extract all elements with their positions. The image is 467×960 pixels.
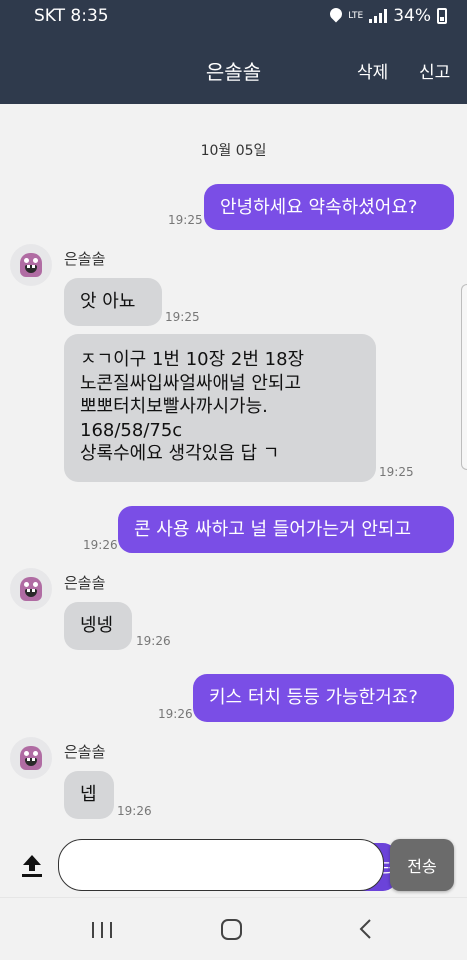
message-time: 19:25 xyxy=(168,213,203,227)
status-icons: LTE 34% xyxy=(330,6,447,26)
home-icon[interactable] xyxy=(221,919,242,940)
message-time: 19:26 xyxy=(136,634,171,648)
incoming-message[interactable]: 앗 아뇨 xyxy=(64,278,162,326)
incoming-message[interactable]: 넵 xyxy=(64,771,114,819)
message-time: 19:25 xyxy=(165,310,200,324)
sender-name: 은솔솔 xyxy=(64,574,106,592)
chat-area[interactable]: 10월 05일 안녕하세요 약속하셨어요? 19:25 은솔솔 앗 아뇨 19:… xyxy=(0,104,467,839)
message-time: 19:25 xyxy=(379,465,414,479)
signal-icon xyxy=(369,9,388,23)
message-input[interactable] xyxy=(58,839,384,891)
upload-icon[interactable] xyxy=(20,853,44,879)
incoming-message[interactable]: 넹넹 xyxy=(64,602,132,650)
location-icon xyxy=(330,8,342,24)
message-time: 19:26 xyxy=(83,538,118,552)
sender-avatar[interactable] xyxy=(10,568,52,610)
battery-icon xyxy=(437,8,447,24)
recent-apps-icon[interactable] xyxy=(92,922,112,938)
outgoing-message[interactable]: 안녕하세요 약속하셨어요? xyxy=(204,184,454,230)
battery-percent: 34% xyxy=(393,6,431,26)
chat-title: 은솔솔 xyxy=(205,60,262,84)
sender-name: 은솔솔 xyxy=(64,743,106,761)
outgoing-message[interactable]: 콘 사용 싸하고 널 들어가는거 안되고 xyxy=(118,506,454,553)
carrier-time: SKT 8:35 xyxy=(34,6,109,26)
back-icon[interactable] xyxy=(356,918,376,940)
message-time: 19:26 xyxy=(158,707,193,721)
sender-avatar[interactable] xyxy=(10,737,52,779)
system-nav-bar xyxy=(0,897,467,960)
date-divider: 10월 05일 xyxy=(200,143,267,159)
send-button[interactable]: 전송 xyxy=(390,839,454,891)
sender-name: 은솔솔 xyxy=(64,250,106,268)
lte-icon: LTE xyxy=(348,11,364,21)
app-header: SKT 8:35 LTE 34% 은솔솔 삭제 신고 xyxy=(0,0,467,104)
scroll-handle[interactable] xyxy=(461,284,467,470)
delete-button[interactable]: 삭제 xyxy=(357,58,388,83)
input-bar: 터 전송 xyxy=(0,839,467,897)
incoming-message[interactable]: ㅈㄱ이구 1번 10장 2번 18장 노콘질싸입싸얼싸애널 안되고 뽀뽀터치보빨… xyxy=(64,334,376,482)
status-bar: SKT 8:35 LTE 34% xyxy=(0,0,467,34)
report-button[interactable]: 신고 xyxy=(419,58,450,83)
sender-avatar[interactable] xyxy=(10,244,52,286)
message-time: 19:26 xyxy=(117,804,152,818)
outgoing-message[interactable]: 키스 터치 등등 가능한거죠? xyxy=(193,674,454,722)
